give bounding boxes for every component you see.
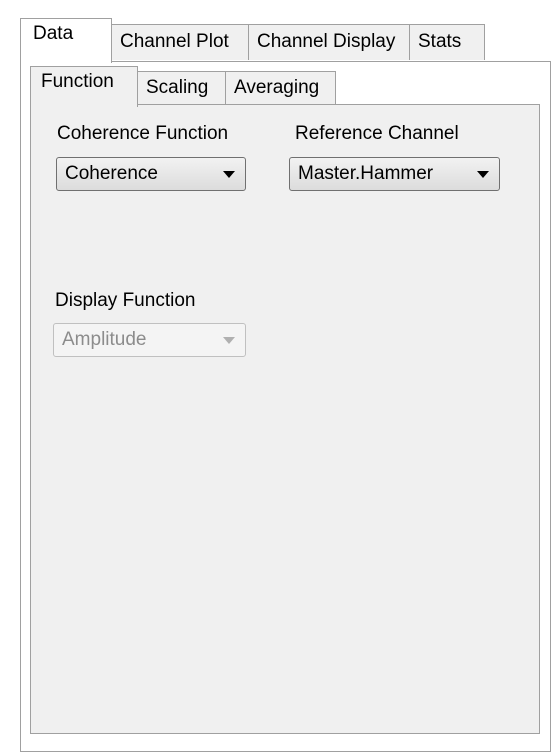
- coherence-function-label: Coherence Function: [57, 123, 229, 144]
- data-tab-panel: Function Scaling Averaging Coherence Fun…: [20, 61, 551, 752]
- function-tab-panel: Coherence Function Coherence Reference C…: [30, 104, 540, 734]
- reference-channel-label: Reference Channel: [295, 123, 459, 144]
- reference-channel-dropdown[interactable]: Master.Hammer: [289, 157, 500, 191]
- display-function-value: Amplitude: [62, 329, 147, 350]
- tab-channel-plot[interactable]: Channel Plot: [111, 24, 249, 60]
- dropdown-arrow-icon: [223, 337, 235, 344]
- tab-scaling[interactable]: Scaling: [137, 71, 226, 104]
- tab-averaging[interactable]: Averaging: [225, 71, 336, 104]
- tab-data[interactable]: Data: [20, 18, 112, 63]
- inner-tab-strip: Function Scaling Averaging: [30, 66, 540, 107]
- tab-function[interactable]: Function: [30, 66, 138, 107]
- tab-channel-display[interactable]: Channel Display: [248, 24, 410, 60]
- dropdown-arrow-icon: [477, 171, 489, 178]
- reference-channel-value: Master.Hammer: [298, 163, 434, 184]
- coherence-function-value: Coherence: [65, 163, 158, 184]
- dropdown-arrow-icon: [223, 171, 235, 178]
- display-function-dropdown: Amplitude: [53, 323, 246, 357]
- display-function-label: Display Function: [55, 290, 196, 311]
- coherence-function-dropdown[interactable]: Coherence: [56, 157, 246, 191]
- tab-stats[interactable]: Stats: [409, 24, 485, 60]
- outer-tab-strip: Data Channel Plot Channel Display Stats: [20, 18, 551, 63]
